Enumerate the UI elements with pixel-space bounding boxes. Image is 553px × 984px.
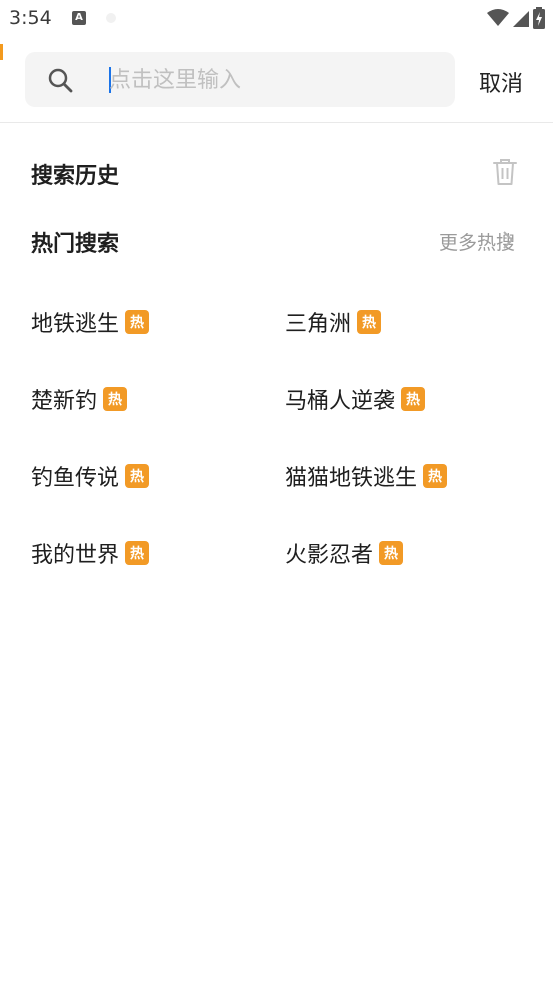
chevron-right-icon[interactable] — [500, 230, 516, 250]
hot-item-label: 火影忍者 — [285, 543, 374, 568]
hot-item-label: 我的世界 — [31, 543, 120, 568]
hot-item-label: 马桶人逆袭 — [285, 389, 396, 414]
hot-badge: 热 — [357, 310, 382, 334]
hot-item[interactable]: 我的世界 热 — [31, 537, 150, 569]
hot-search-title: 热门搜索 — [31, 232, 120, 257]
search-history-title: 搜索历史 — [31, 164, 120, 189]
status-icons — [487, 7, 545, 29]
hot-item-label: 钓鱼传说 — [31, 466, 120, 491]
hot-item[interactable]: 三角洲 热 — [285, 306, 382, 338]
hot-item[interactable]: 地铁逃生 热 — [31, 306, 150, 338]
battery-icon — [533, 7, 545, 29]
search-input[interactable] — [109, 62, 439, 98]
hot-item-label: 猫猫地铁逃生 — [285, 466, 418, 491]
notification-a-icon: A — [72, 11, 86, 25]
hot-badge: 热 — [379, 541, 404, 565]
notification-dot-icon — [106, 13, 116, 23]
hot-item[interactable]: 猫猫地铁逃生 热 — [285, 460, 448, 492]
search-icon — [48, 68, 73, 93]
hot-item[interactable]: 马桶人逆袭 热 — [285, 383, 426, 415]
hot-item[interactable]: 楚新钓 热 — [31, 383, 128, 415]
hot-item[interactable]: 钓鱼传说 热 — [31, 460, 150, 492]
hot-item[interactable]: 火影忍者 热 — [285, 537, 404, 569]
cancel-button[interactable]: 取消 — [479, 66, 523, 98]
trash-icon[interactable] — [492, 158, 518, 186]
hot-item-label: 三角洲 — [285, 312, 352, 337]
hot-item-label: 地铁逃生 — [31, 312, 120, 337]
hot-item-label: 楚新钓 — [31, 389, 98, 414]
hot-badge: 热 — [125, 464, 150, 488]
hot-badge: 热 — [423, 464, 448, 488]
header-divider — [0, 122, 553, 123]
signal-icon — [513, 11, 529, 27]
hot-badge: 热 — [103, 387, 128, 411]
status-bar: 3:54 A — [0, 0, 553, 38]
hot-badge: 热 — [401, 387, 426, 411]
hot-badge: 热 — [125, 310, 150, 334]
status-time: 3:54 — [9, 7, 52, 29]
wifi-icon — [487, 9, 509, 26]
search-box[interactable] — [25, 52, 455, 107]
hot-badge: 热 — [125, 541, 150, 565]
search-row: 取消 — [0, 52, 553, 108]
